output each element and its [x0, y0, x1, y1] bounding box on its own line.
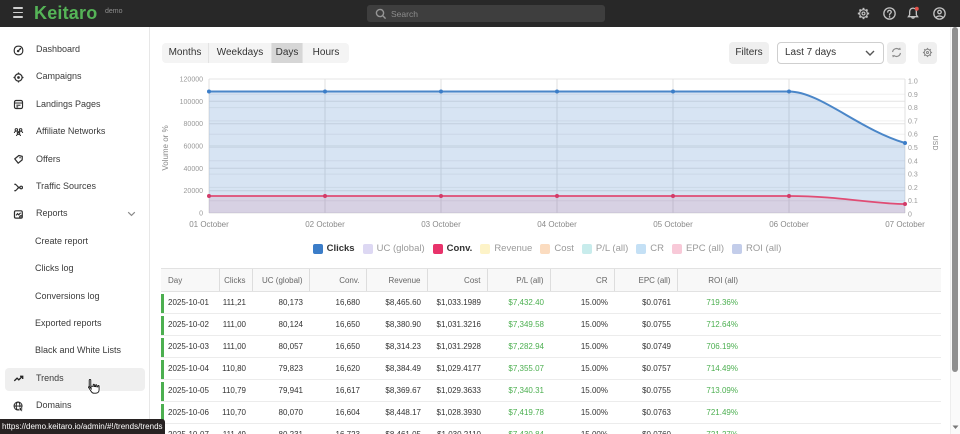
svg-text:02 October: 02 October — [305, 220, 345, 229]
svg-text:0.4: 0.4 — [908, 158, 918, 165]
svg-text:40000: 40000 — [184, 166, 204, 173]
svg-text:120000: 120000 — [180, 77, 203, 84]
svg-text:07 October: 07 October — [885, 220, 925, 229]
svg-text:0.6: 0.6 — [908, 132, 918, 139]
svg-text:60000: 60000 — [184, 144, 204, 151]
svg-text:100000: 100000 — [180, 99, 203, 106]
svg-text:0.3: 0.3 — [908, 172, 918, 179]
svg-text:04 October: 04 October — [537, 220, 577, 229]
svg-text:20000: 20000 — [184, 188, 204, 195]
svg-text:03 October: 03 October — [421, 220, 461, 229]
svg-text:1.0: 1.0 — [908, 79, 918, 86]
svg-text:01 October: 01 October — [189, 220, 229, 229]
svg-text:0: 0 — [908, 212, 912, 219]
svg-text:06 October: 06 October — [769, 220, 809, 229]
svg-text:05 October: 05 October — [653, 220, 693, 229]
svg-text:0.7: 0.7 — [908, 118, 918, 125]
svg-text:80000: 80000 — [184, 121, 204, 128]
svg-text:0: 0 — [199, 211, 203, 218]
svg-text:0.5: 0.5 — [908, 145, 918, 152]
svg-text:USD: USD — [931, 136, 938, 151]
svg-text:Volume or %: Volume or % — [161, 125, 170, 170]
svg-text:0.8: 0.8 — [908, 105, 918, 112]
svg-text:0.9: 0.9 — [908, 92, 918, 99]
svg-text:0.1: 0.1 — [908, 198, 918, 205]
svg-text:0.2: 0.2 — [908, 185, 918, 192]
